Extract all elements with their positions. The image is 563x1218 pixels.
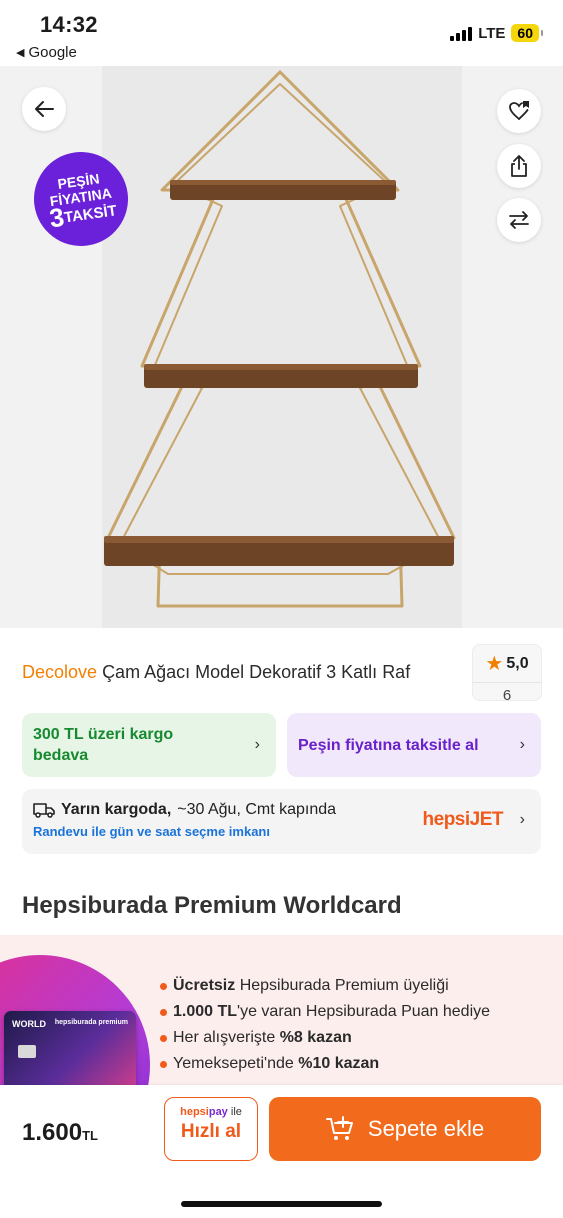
truck-icon <box>33 803 55 818</box>
star-icon: ★ <box>485 653 504 675</box>
worldcard-title: Hepsiburada Premium Worldcard <box>22 892 402 919</box>
status-time: 14:32 <box>40 12 98 37</box>
back-app-label: Google <box>28 44 77 61</box>
benefit-bold: %10 kazan <box>298 1055 380 1072</box>
delivery-info[interactable]: Yarın kargoda, ~30 Ağu, Cmt kapında Rand… <box>22 789 541 854</box>
add-to-list-button[interactable] <box>497 89 541 133</box>
back-button[interactable] <box>22 87 66 131</box>
purchase-bar: 1.600TL hepsipay ile Hızlı al Sepete ekl… <box>0 1085 563 1218</box>
product-image <box>102 66 462 628</box>
worldcard-banner[interactable]: WORLD hepsiburada premium Ücretsiz Hepsi… <box>0 935 563 1085</box>
product-image-gallery[interactable]: PEŞİN FİYATINA 3TAKSİT <box>0 66 563 628</box>
delivery-highlight: Yarın kargoda, <box>61 801 172 818</box>
product-title: Decolove Çam Ağacı Model Dekoratif 3 Kat… <box>22 660 462 684</box>
benefit-rest: Hepsiburada Premium üyeliği <box>235 977 449 994</box>
rating-value: 5,0 <box>506 654 529 672</box>
price-value: 1.600 <box>22 1119 83 1146</box>
network-type: LTE <box>478 24 506 42</box>
status-indicators: LTE 60 <box>450 24 543 42</box>
product-name: Çam Ağacı Model Dekoratif 3 Katlı Raf <box>102 662 411 682</box>
back-to-app-link[interactable]: ◀ Google <box>16 44 77 61</box>
installment-text: Peşin fiyatına taksitle al <box>298 736 479 754</box>
benefit-item: Her alışverişte %8 kazan <box>160 1025 490 1051</box>
hepsipay-suffix: ile <box>227 1106 242 1118</box>
free-shipping-promo[interactable]: 300 TL üzeri kargo bedava › <box>22 713 276 777</box>
favorite-list-icon <box>509 101 529 120</box>
back-triangle-icon: ◀ <box>16 47 25 59</box>
card-issuer: hepsiburada premium <box>54 1019 128 1026</box>
battery-icon: 60 <box>511 24 543 42</box>
card-chip-icon <box>18 1045 36 1058</box>
add-to-cart-button[interactable]: Sepete ekle <box>269 1097 541 1161</box>
quick-buy-label: Hızlı al <box>180 1121 242 1142</box>
badge-line3-text: TAKSİT <box>63 202 118 227</box>
benefit-pre: Yemeksepeti'nde <box>173 1055 299 1072</box>
share-icon <box>511 155 527 177</box>
credit-card-image: WORLD hepsiburada premium <box>4 1011 136 1085</box>
status-bar: 14:32 ◀ Google LTE 60 <box>0 0 563 66</box>
installment-promo[interactable]: Peşin fiyatına taksitle al › <box>287 713 541 777</box>
compare-button[interactable] <box>497 198 541 242</box>
benefit-item: Yemeksepeti'nde %10 kazan <box>160 1051 490 1077</box>
chevron-right-icon: › <box>519 811 525 828</box>
benefit-bold: 1.000 TL <box>173 1003 238 1020</box>
carrier-name: hepsiJET <box>422 809 504 830</box>
carrier-logo: hepsiJET <box>422 809 504 831</box>
signal-icon <box>450 25 473 41</box>
benefit-item: 1.000 TL'ye varan Hepsiburada Puan hediy… <box>160 999 490 1025</box>
add-to-cart-label: Sepete ekle <box>367 1116 485 1141</box>
home-indicator[interactable] <box>181 1201 382 1207</box>
rating-count: 6 <box>473 682 541 704</box>
benefit-list: Ücretsiz Hepsiburada Premium üyeliği 1.0… <box>160 973 490 1077</box>
free-shipping-text: 300 TL üzeri kargo bedava <box>33 726 174 764</box>
card-brand: WORLD <box>12 1019 46 1029</box>
benefit-rest: 'ye varan Hepsiburada Puan hediye <box>237 1003 491 1020</box>
hepsipay-brand-a: hepsi <box>180 1106 209 1118</box>
share-button[interactable] <box>497 144 541 188</box>
price: 1.600TL <box>22 1119 98 1147</box>
back-arrow-icon <box>35 101 54 117</box>
chevron-right-icon: › <box>254 736 260 753</box>
delivery-detail: ~30 Ağu, Cmt kapında <box>177 801 337 818</box>
rating-box[interactable]: ★ 5,0 6 <box>472 644 542 704</box>
brand-link[interactable]: Decolove <box>22 662 97 682</box>
price-currency: TL <box>82 1128 98 1143</box>
benefit-bold: %8 kazan <box>279 1029 352 1046</box>
benefit-bold: Ücretsiz <box>173 977 236 994</box>
chevron-right-icon: › <box>519 736 525 753</box>
quick-buy-button[interactable]: hepsipay ile Hızlı al <box>164 1097 258 1161</box>
cart-add-icon <box>325 1116 353 1140</box>
benefit-item: Ücretsiz Hepsiburada Premium üyeliği <box>160 973 490 999</box>
tree-shelf-illustration <box>104 70 456 608</box>
rating-score: ★ 5,0 <box>473 651 541 676</box>
hepsipay-label: hepsipay ile <box>165 1106 257 1118</box>
badge-line3: 3TAKSİT <box>48 200 118 234</box>
compare-icon <box>509 211 529 229</box>
battery-level: 60 <box>517 25 533 41</box>
benefit-pre: Her alışverişte <box>173 1029 280 1046</box>
hepsipay-brand-b: pay <box>208 1106 228 1118</box>
